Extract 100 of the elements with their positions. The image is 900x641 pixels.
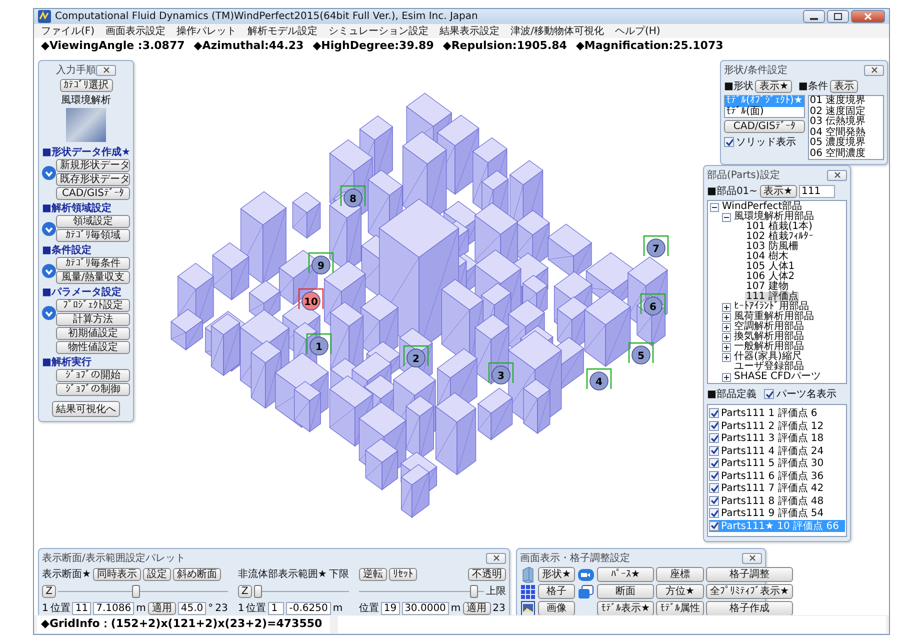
opacity-button[interactable]: 不透明 <box>468 568 506 580</box>
menu-item[interactable]: 操作パレット <box>176 24 237 38</box>
axis-button[interactable]: Z <box>238 584 252 598</box>
evaluation-point-marker[interactable] <box>306 333 332 356</box>
apply-button[interactable]: 適用 <box>148 602 176 614</box>
tree-item[interactable]: WindPerfect部品 <box>721 202 804 212</box>
slider[interactable] <box>58 584 228 598</box>
evaluation-point-marker[interactable] <box>488 362 514 384</box>
evaluation-point-marker[interactable] <box>643 235 669 258</box>
tree-item[interactable]: 102 植栽ﾌｨﾙﾀｰ <box>745 232 814 242</box>
menu-item[interactable]: ヘルプ(H) <box>614 24 660 38</box>
parts-list-row[interactable]: Parts111 7 評価点 42 <box>709 482 845 494</box>
slider-thumb[interactable] <box>470 584 478 598</box>
step-button[interactable]: 物性値設定 <box>56 341 130 354</box>
step-button[interactable]: 新規形状データ <box>56 159 130 172</box>
step-button[interactable]: ｼﾞｮﾌﾞの開始 <box>56 369 130 382</box>
display-button[interactable]: 断面 <box>596 584 654 599</box>
range-button[interactable]: 逆転 <box>358 568 387 580</box>
evaluation-point-marker[interactable] <box>640 293 666 316</box>
tree-item[interactable]: 什器(家具)縮尺 <box>733 352 803 362</box>
expand-icon[interactable] <box>722 352 731 362</box>
parts-list-row[interactable]: Parts111 5 評価点 30 <box>709 457 845 469</box>
display-button[interactable]: 画像 <box>538 601 575 615</box>
close-button[interactable] <box>742 552 762 564</box>
menu-item[interactable]: 解析モデル設定 <box>248 24 318 38</box>
tree-item[interactable]: 104 樹木 <box>745 252 790 262</box>
parts-list-row[interactable]: Parts111 6 評価点 36 <box>709 470 845 482</box>
index-field[interactable]: 11 <box>72 602 92 614</box>
parts-number-field[interactable]: 111 <box>798 184 835 198</box>
display-button[interactable]: 形状★ <box>538 567 575 582</box>
index-field[interactable]: 19 <box>380 602 400 614</box>
coordinate-field[interactable]: -0.6250 <box>286 602 331 614</box>
coordinate-field[interactable]: 30.0000 <box>402 602 449 614</box>
slider-thumb[interactable] <box>254 584 262 598</box>
display-button[interactable]: ﾓﾃﾞﾙ表示★ <box>596 601 654 615</box>
step-button[interactable]: 風量/熱量収支 <box>56 271 130 284</box>
condition-list-item[interactable]: 04 空間発熱 <box>808 128 883 138</box>
menu-item[interactable]: 津波/移動物体可視化 <box>510 24 604 38</box>
checkbox[interactable] <box>709 508 719 518</box>
cad-gis-button[interactable]: CAD/GISﾃﾞｰﾀ <box>724 120 805 133</box>
menu-item[interactable]: ファイル(F) <box>41 24 95 38</box>
range-button[interactable]: ﾘｾｯﾄ <box>388 568 417 580</box>
close-button[interactable] <box>486 552 506 564</box>
apply-button[interactable]: 適用 <box>462 602 491 614</box>
parts-list-row[interactable]: Parts111 1 評価点 6 <box>709 407 845 419</box>
checkbox[interactable] <box>709 458 719 468</box>
slider-thumb[interactable] <box>132 584 140 598</box>
menu-item[interactable]: 画面表示設定 <box>106 24 166 38</box>
index-field[interactable]: 1 <box>268 602 284 614</box>
checkbox[interactable] <box>709 408 719 418</box>
step-button[interactable]: 計算方法 <box>56 313 130 326</box>
close-button[interactable] <box>864 64 884 76</box>
checkbox[interactable] <box>709 433 719 443</box>
tree-item[interactable]: 103 防風柵 <box>745 242 800 252</box>
category-select-button[interactable]: ｶﾃｺﾞﾘ選択 <box>60 79 112 92</box>
shape-list-item[interactable]: ﾓﾃﾞﾙ(面) <box>725 106 804 117</box>
display-button[interactable]: ﾊﾟｰｽ★ <box>596 567 654 582</box>
tree-item[interactable]: ユーザ登録部品 <box>733 362 805 372</box>
checkbox[interactable] <box>709 520 719 530</box>
section-button[interactable]: 斜め断面 <box>172 568 221 580</box>
maximize-button[interactable] <box>827 10 849 23</box>
evaluation-point-marker[interactable] <box>298 288 324 310</box>
close-button[interactable] <box>851 10 885 23</box>
condition-list-item[interactable]: 01 速度境界 <box>808 96 883 106</box>
condition-list-item[interactable]: 02 速度固定 <box>808 106 883 117</box>
tree-item[interactable]: 風荷重解析用部品 <box>733 312 815 322</box>
checkbox[interactable] <box>724 137 734 147</box>
tree-item[interactable]: 一般解析用部品 <box>733 342 805 352</box>
parts-list-row[interactable]: Parts111 8 評価点 48 <box>709 494 845 506</box>
evaluation-point-marker[interactable] <box>628 342 654 364</box>
slider[interactable] <box>358 584 484 598</box>
evaluation-point-marker[interactable] <box>308 252 334 274</box>
evaluation-point-marker[interactable] <box>586 368 612 390</box>
checkbox[interactable] <box>709 420 719 430</box>
display-button[interactable]: 格子作成 <box>706 601 793 615</box>
condition-list-item[interactable]: 05 濃度境界 <box>808 138 883 148</box>
expand-icon[interactable] <box>722 322 731 332</box>
display-button[interactable]: 格子 <box>538 584 575 599</box>
condition-show-button[interactable]: 表示 <box>830 80 858 92</box>
menu-item[interactable]: シミュレーション設定 <box>328 24 429 38</box>
close-button[interactable] <box>96 64 116 76</box>
checkbox[interactable] <box>709 483 719 493</box>
checkbox[interactable] <box>709 446 719 456</box>
checkbox[interactable] <box>709 470 719 480</box>
expand-icon[interactable] <box>722 342 731 352</box>
tree-item[interactable]: 105 人体1 <box>745 262 796 272</box>
tree-item[interactable]: 107 建物 <box>745 282 790 292</box>
axis-button[interactable]: Z <box>42 584 56 598</box>
section-button[interactable]: 設定 <box>142 568 171 580</box>
parts-show-button[interactable]: 表示★ <box>760 184 797 198</box>
expand-icon[interactable] <box>722 302 731 312</box>
tree-item[interactable]: 106 人体2 <box>745 272 796 282</box>
parts-list-row[interactable]: Parts111 2 評価点 12 <box>709 420 845 432</box>
visualize-results-button[interactable]: 結果可視化へ <box>52 401 120 417</box>
tree-item[interactable]: 空調解析用部品 <box>733 322 805 332</box>
expand-icon[interactable] <box>722 312 731 322</box>
step-button[interactable]: 既存形状データ <box>56 173 130 186</box>
display-button[interactable]: 座標 <box>656 567 704 582</box>
step-button[interactable]: 初期値設定 <box>56 327 130 340</box>
step-button[interactable]: 領域設定 <box>56 215 130 228</box>
